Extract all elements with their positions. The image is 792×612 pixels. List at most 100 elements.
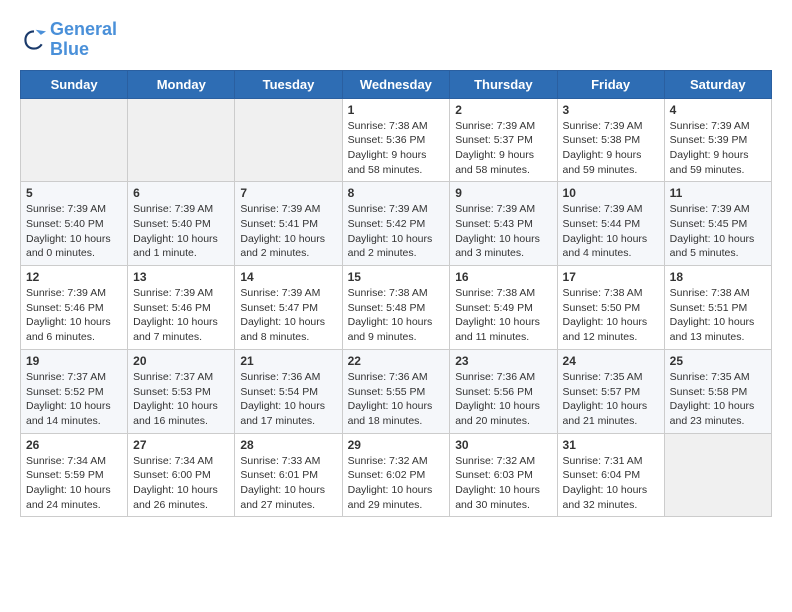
calendar-week-row: 12 Sunrise: 7:39 AM Sunset: 5:46 PM Dayli… (21, 266, 772, 350)
day-number: 6 (133, 186, 229, 200)
calendar-cell (235, 98, 342, 182)
day-number: 11 (670, 186, 766, 200)
calendar-cell: 15Sunrise: 7:38 AM Sunset: 5:48 PM Dayli… (342, 266, 450, 350)
day-info: Sunrise: 7:36 AM Sunset: 5:54 PM Dayligh… (240, 370, 336, 429)
calendar-cell: 21 Sunrise: 7:36 AM Sunset: 5:54 PM Dayli… (235, 349, 342, 433)
day-info: Sunrise: 7:31 AM Sunset: 6:04 PM Dayligh… (563, 454, 659, 513)
calendar-cell: 28 Sunrise: 7:33 AM Sunset: 6:01 PM Dayli… (235, 433, 342, 517)
logo: General Blue (20, 20, 117, 60)
day-number: 8 (348, 186, 445, 200)
calendar-cell: 29 Sunrise: 7:32 AM Sunset: 6:02 PM Dayli… (342, 433, 450, 517)
day-of-week-header: Tuesday (235, 70, 342, 98)
day-number: 28 (240, 438, 336, 452)
day-info: Sunrise: 7:39 AM Sunset: 5:39 PM Dayligh… (670, 119, 766, 178)
day-info: Sunrise: 7:39 AM Sunset: 5:40 PM Dayligh… (26, 202, 122, 261)
calendar-body: 1 Sunrise: 7:38 AM Sunset: 5:36 PM Daylig… (21, 98, 772, 517)
page-header: General Blue (20, 20, 772, 60)
day-info: Sunrise: 7:39 AM Sunset: 5:40 PM Dayligh… (133, 202, 229, 261)
calendar-cell: 3 Sunrise: 7:39 AM Sunset: 5:38 PM Daylig… (557, 98, 664, 182)
calendar-cell: 1 Sunrise: 7:38 AM Sunset: 5:36 PM Daylig… (342, 98, 450, 182)
calendar-cell: 10Sunrise: 7:39 AM Sunset: 5:44 PM Dayli… (557, 182, 664, 266)
calendar-cell: 30 Sunrise: 7:32 AM Sunset: 6:03 PM Dayli… (450, 433, 557, 517)
calendar-cell: 18 Sunrise: 7:38 AM Sunset: 5:51 PM Dayli… (664, 266, 771, 350)
logo-text: General Blue (50, 20, 117, 60)
day-number: 9 (455, 186, 551, 200)
day-number: 21 (240, 354, 336, 368)
day-number: 5 (26, 186, 122, 200)
calendar-cell: 4 Sunrise: 7:39 AM Sunset: 5:39 PM Daylig… (664, 98, 771, 182)
day-number: 16 (455, 270, 551, 284)
day-info: Sunrise: 7:35 AM Sunset: 5:57 PM Dayligh… (563, 370, 659, 429)
day-number: 1 (348, 103, 445, 117)
day-info: Sunrise: 7:36 AM Sunset: 5:55 PM Dayligh… (348, 370, 445, 429)
day-number: 20 (133, 354, 229, 368)
calendar-cell: 12 Sunrise: 7:39 AM Sunset: 5:46 PM Dayli… (21, 266, 128, 350)
calendar-cell: 5 Sunrise: 7:39 AM Sunset: 5:40 PM Daylig… (21, 182, 128, 266)
day-info: Sunrise: 7:38 AM Sunset: 5:51 PM Dayligh… (670, 286, 766, 345)
day-info: Sunrise: 7:34 AM Sunset: 5:59 PM Dayligh… (26, 454, 122, 513)
day-info: Sunrise: 7:39 AM Sunset: 5:41 PM Dayligh… (240, 202, 336, 261)
day-info: Sunrise: 7:38 AM Sunset: 5:50 PM Dayligh… (563, 286, 659, 345)
calendar-cell: 6 Sunrise: 7:39 AM Sunset: 5:40 PM Daylig… (128, 182, 235, 266)
calendar-cell: 9 Sunrise: 7:39 AM Sunset: 5:43 PM Daylig… (450, 182, 557, 266)
day-number: 17 (563, 270, 659, 284)
calendar-cell: 17 Sunrise: 7:38 AM Sunset: 5:50 PM Dayli… (557, 266, 664, 350)
calendar-cell: 27 Sunrise: 7:34 AM Sunset: 6:00 PM Dayli… (128, 433, 235, 517)
day-info: Sunrise: 7:39 AM Sunset: 5:37 PM Dayligh… (455, 119, 551, 178)
day-number: 22 (348, 354, 445, 368)
calendar-week-row: 26Sunrise: 7:34 AM Sunset: 5:59 PM Dayli… (21, 433, 772, 517)
calendar-cell: 26Sunrise: 7:34 AM Sunset: 5:59 PM Dayli… (21, 433, 128, 517)
day-number: 14 (240, 270, 336, 284)
calendar-cell: 20 Sunrise: 7:37 AM Sunset: 5:53 PM Dayli… (128, 349, 235, 433)
calendar-cell: 25 Sunrise: 7:35 AM Sunset: 5:58 PM Dayli… (664, 349, 771, 433)
day-number: 12 (26, 270, 122, 284)
day-info: Sunrise: 7:36 AM Sunset: 5:56 PM Dayligh… (455, 370, 551, 429)
day-number: 3 (563, 103, 659, 117)
day-of-week-header: Sunday (21, 70, 128, 98)
calendar-cell: 19Sunrise: 7:37 AM Sunset: 5:52 PM Dayli… (21, 349, 128, 433)
calendar-cell: 13 Sunrise: 7:39 AM Sunset: 5:46 PM Dayli… (128, 266, 235, 350)
day-info: Sunrise: 7:39 AM Sunset: 5:46 PM Dayligh… (133, 286, 229, 345)
calendar-cell (128, 98, 235, 182)
calendar-cell: 16Sunrise: 7:38 AM Sunset: 5:49 PM Dayli… (450, 266, 557, 350)
day-number: 31 (563, 438, 659, 452)
calendar-week-row: 5 Sunrise: 7:39 AM Sunset: 5:40 PM Daylig… (21, 182, 772, 266)
day-info: Sunrise: 7:32 AM Sunset: 6:02 PM Dayligh… (348, 454, 445, 513)
calendar-cell: 22 Sunrise: 7:36 AM Sunset: 5:55 PM Dayli… (342, 349, 450, 433)
calendar-cell (21, 98, 128, 182)
day-number: 25 (670, 354, 766, 368)
day-info: Sunrise: 7:37 AM Sunset: 5:53 PM Dayligh… (133, 370, 229, 429)
day-info: Sunrise: 7:38 AM Sunset: 5:36 PM Dayligh… (348, 119, 445, 178)
calendar-cell: 7Sunrise: 7:39 AM Sunset: 5:41 PM Daylig… (235, 182, 342, 266)
calendar-header-row: SundayMondayTuesdayWednesdayThursdayFrid… (21, 70, 772, 98)
day-info: Sunrise: 7:39 AM Sunset: 5:46 PM Dayligh… (26, 286, 122, 345)
day-number: 4 (670, 103, 766, 117)
day-info: Sunrise: 7:32 AM Sunset: 6:03 PM Dayligh… (455, 454, 551, 513)
calendar-cell: 8Sunrise: 7:39 AM Sunset: 5:42 PM Daylig… (342, 182, 450, 266)
calendar-cell: 31 Sunrise: 7:31 AM Sunset: 6:04 PM Dayli… (557, 433, 664, 517)
day-number: 13 (133, 270, 229, 284)
day-info: Sunrise: 7:39 AM Sunset: 5:38 PM Dayligh… (563, 119, 659, 178)
day-info: Sunrise: 7:34 AM Sunset: 6:00 PM Dayligh… (133, 454, 229, 513)
day-of-week-header: Monday (128, 70, 235, 98)
day-info: Sunrise: 7:39 AM Sunset: 5:43 PM Dayligh… (455, 202, 551, 261)
day-info: Sunrise: 7:35 AM Sunset: 5:58 PM Dayligh… (670, 370, 766, 429)
day-of-week-header: Wednesday (342, 70, 450, 98)
day-number: 30 (455, 438, 551, 452)
calendar-cell (664, 433, 771, 517)
calendar-cell: 11 Sunrise: 7:39 AM Sunset: 5:45 PM Dayli… (664, 182, 771, 266)
calendar-week-row: 1 Sunrise: 7:38 AM Sunset: 5:36 PM Daylig… (21, 98, 772, 182)
day-of-week-header: Friday (557, 70, 664, 98)
day-info: Sunrise: 7:33 AM Sunset: 6:01 PM Dayligh… (240, 454, 336, 513)
calendar-cell: 2Sunrise: 7:39 AM Sunset: 5:37 PM Daylig… (450, 98, 557, 182)
calendar-cell: 24Sunrise: 7:35 AM Sunset: 5:57 PM Dayli… (557, 349, 664, 433)
day-number: 18 (670, 270, 766, 284)
day-of-week-header: Thursday (450, 70, 557, 98)
day-number: 15 (348, 270, 445, 284)
calendar-table: SundayMondayTuesdayWednesdayThursdayFrid… (20, 70, 772, 518)
day-number: 27 (133, 438, 229, 452)
day-info: Sunrise: 7:37 AM Sunset: 5:52 PM Dayligh… (26, 370, 122, 429)
day-number: 29 (348, 438, 445, 452)
day-info: Sunrise: 7:39 AM Sunset: 5:47 PM Dayligh… (240, 286, 336, 345)
day-info: Sunrise: 7:39 AM Sunset: 5:45 PM Dayligh… (670, 202, 766, 261)
